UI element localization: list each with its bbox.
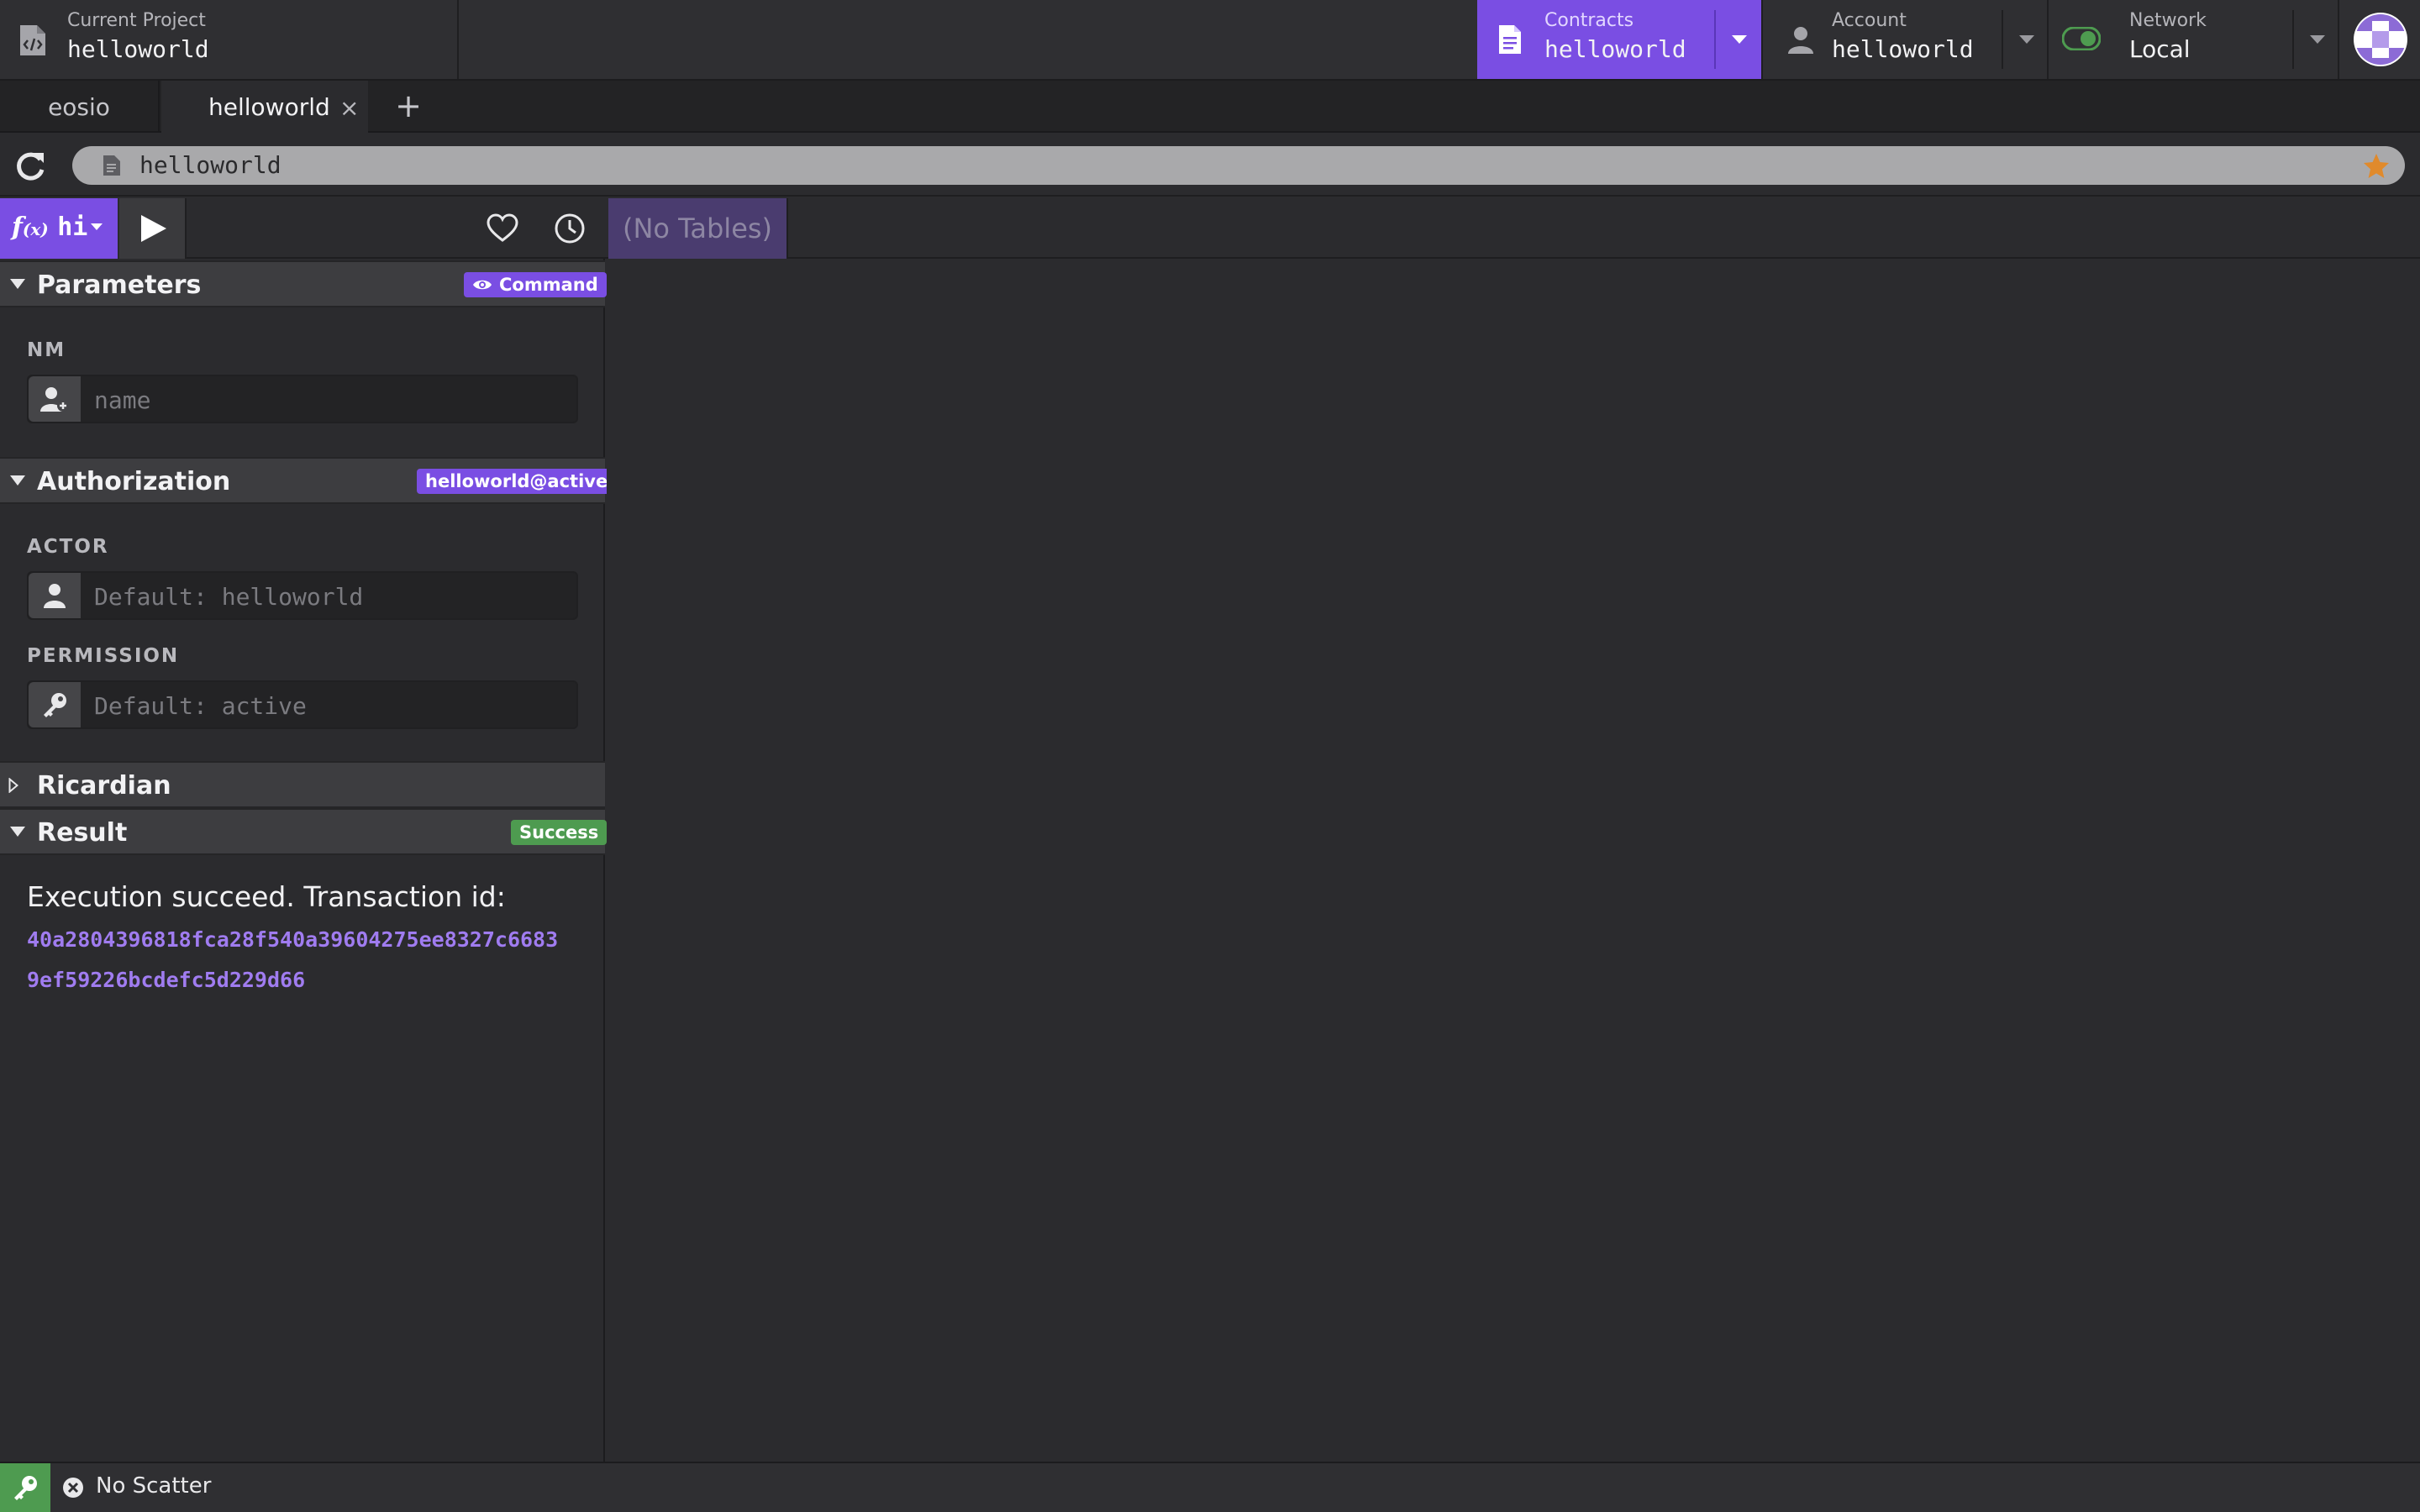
- permission-badge[interactable]: helloworld@active: [417, 469, 617, 494]
- authorization-title: Authorization: [37, 467, 231, 496]
- play-icon: [141, 215, 166, 242]
- permission-field[interactable]: [27, 680, 578, 729]
- authorization-header[interactable]: Authorization helloworld@active: [0, 457, 617, 504]
- error-circle-icon: [62, 1477, 84, 1499]
- divider: [2292, 10, 2294, 69]
- user-icon: [1786, 25, 1815, 54]
- scatter-status: No Scatter: [96, 1473, 212, 1499]
- ricardian-title: Ricardian: [37, 771, 171, 801]
- reload-button[interactable]: [12, 148, 49, 185]
- toolbar: [187, 198, 607, 259]
- contracts-value: helloworld: [1544, 35, 1686, 63]
- document-icon: [103, 155, 121, 176]
- tab-eosio[interactable]: eosio: [0, 81, 160, 133]
- chevron-down-icon: [1732, 35, 1747, 44]
- actor-input[interactable]: [94, 581, 565, 612]
- nm-label: NM: [27, 339, 66, 361]
- close-icon[interactable]: ×: [339, 94, 360, 122]
- actor-label: ACTOR: [27, 536, 109, 558]
- contracts-label: Contracts: [1544, 10, 1634, 31]
- result-header[interactable]: Result Success: [0, 808, 608, 855]
- caret-down-icon: [10, 279, 25, 289]
- tab-bar: eosio helloworld × +: [0, 81, 2420, 133]
- user-add-icon: [29, 376, 81, 422]
- result-message: Execution succeed. Transaction id:: [27, 880, 506, 913]
- success-badge: Success: [511, 820, 608, 845]
- tab-label: eosio: [48, 92, 110, 121]
- avatar[interactable]: [2338, 0, 2420, 79]
- contracts-dropdown-button[interactable]: [1718, 0, 1761, 79]
- account-selector[interactable]: Account helloworld: [1761, 0, 2047, 79]
- contracts-selector[interactable]: Contracts helloworld: [1477, 0, 1761, 79]
- divider: [1714, 10, 1716, 69]
- tables-bar: [607, 198, 2420, 259]
- permission-label: PERMISSION: [27, 645, 180, 667]
- user-icon: [29, 573, 81, 618]
- status-bar: No Scatter: [0, 1462, 2420, 1512]
- project-label: Current Project: [67, 10, 206, 31]
- account-label: Account: [1832, 10, 1907, 31]
- nm-input[interactable]: [94, 385, 565, 415]
- run-button[interactable]: [119, 198, 187, 259]
- chevron-down-icon: [2019, 35, 2034, 44]
- tables-tab[interactable]: (No Tables): [608, 198, 788, 259]
- address-bar: helloworld: [0, 133, 2420, 197]
- project-name: helloworld: [67, 35, 209, 63]
- caret-down-icon: [10, 827, 25, 837]
- network-value: Local: [2129, 35, 2191, 63]
- tab-helloworld[interactable]: helloworld ×: [161, 81, 368, 133]
- favorite-button[interactable]: [486, 212, 519, 245]
- chevron-down-icon: [2310, 35, 2325, 44]
- result-title: Result: [37, 818, 128, 848]
- parameters-title: Parameters: [37, 270, 202, 300]
- tables-content: [607, 259, 2420, 1462]
- function-name: hi: [57, 213, 88, 242]
- address-text: helloworld: [139, 151, 281, 179]
- network-label: Network: [2129, 10, 2207, 31]
- command-badge-label: Command: [499, 275, 598, 295]
- chevron-down-icon: [91, 223, 103, 230]
- history-button[interactable]: [553, 212, 587, 245]
- function-selector[interactable]: f(x) hi: [0, 198, 118, 259]
- function-icon: f(x): [12, 213, 49, 242]
- heart-icon: [487, 213, 518, 242]
- clock-icon: [555, 213, 585, 244]
- permission-input[interactable]: [94, 690, 565, 721]
- current-project-selector[interactable]: Current Project helloworld: [0, 0, 459, 79]
- tab-label: helloworld: [208, 92, 330, 121]
- scatter-key-button[interactable]: [0, 1463, 50, 1512]
- key-icon: [29, 682, 81, 727]
- toggle-on-icon: [2062, 27, 2101, 50]
- transaction-id-link[interactable]: 40a2804396818fca28f540a39604275ee8327c66…: [27, 927, 558, 952]
- network-dropdown-button[interactable]: [2296, 0, 2339, 79]
- action-panel: [0, 259, 605, 1462]
- account-dropdown-button[interactable]: [2005, 0, 2049, 79]
- reload-icon: [17, 152, 45, 181]
- function-label: f(x) hi: [12, 213, 87, 242]
- document-icon: [1497, 24, 1523, 55]
- transaction-id-link[interactable]: 9ef59226bcdefc5d229d66: [27, 968, 305, 992]
- address-field[interactable]: helloworld: [72, 146, 2405, 185]
- parameters-header[interactable]: Parameters Command: [0, 260, 607, 307]
- add-tab-button[interactable]: +: [392, 89, 425, 123]
- network-selector[interactable]: Network Local: [2047, 0, 2338, 79]
- eye-icon: [473, 280, 492, 290]
- divider: [2002, 10, 2003, 69]
- actor-field[interactable]: [27, 571, 578, 620]
- ricardian-header[interactable]: Ricardian: [0, 761, 605, 808]
- account-value: helloworld: [1832, 35, 1974, 63]
- key-icon: [14, 1476, 37, 1500]
- command-badge[interactable]: Command: [464, 272, 607, 297]
- code-file-icon: [18, 24, 47, 57]
- caret-right-icon: [8, 778, 18, 793]
- caret-down-icon: [10, 475, 25, 486]
- identicon-icon: [2353, 12, 2408, 67]
- top-bar: Current Project helloworld Contracts hel…: [0, 0, 2420, 81]
- nm-field[interactable]: [27, 375, 578, 423]
- star-icon[interactable]: [2363, 153, 2390, 180]
